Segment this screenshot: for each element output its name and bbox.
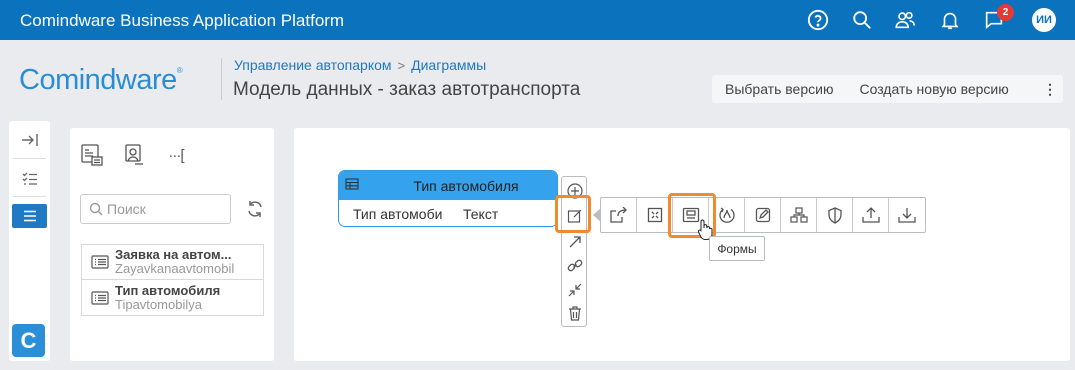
breadcrumb-separator: > (397, 57, 406, 73)
arrow-icon[interactable] (565, 232, 584, 251)
strip-divider (13, 158, 46, 159)
users-icon[interactable] (893, 8, 917, 32)
breadcrumb-item-diagrams[interactable]: Диаграммы (411, 57, 486, 73)
forms-tooltip: Формы (709, 236, 765, 261)
checklist-icon[interactable] (12, 168, 47, 190)
page-title: Модель данных - заказ автотранспорта (233, 79, 581, 100)
entity-icon (91, 255, 109, 269)
version-toolbar: Выбрать версию Создать новую версию ⋮ (712, 75, 1063, 103)
logo-text: Comindware (19, 64, 177, 96)
breadcrumb: Управление автопарком > Диаграммы (234, 57, 486, 73)
upload-icon[interactable] (853, 198, 889, 232)
brand-logo-c[interactable]: C (12, 324, 45, 357)
shield-icon[interactable] (817, 198, 853, 232)
more-brackets-icon[interactable]: ···[ (162, 142, 190, 168)
avatar[interactable]: ИИ (1032, 8, 1056, 32)
link-icon[interactable] (565, 256, 584, 275)
download-icon[interactable] (889, 198, 925, 232)
logo-registered-mark: ® (176, 66, 183, 75)
bell-icon[interactable] (938, 8, 962, 32)
hierarchy-icon[interactable] (781, 198, 817, 232)
collapse-arrows-icon[interactable] (565, 280, 584, 299)
collapse-icon[interactable] (12, 129, 47, 151)
strip-divider (13, 196, 46, 197)
table-icon (345, 178, 359, 190)
search-icon[interactable] (850, 8, 874, 32)
create-version-button[interactable]: Создать новую версию (846, 81, 1021, 97)
side-panel: ···[ Поиск Заявка на автом... Zayavkanaa… (70, 128, 274, 361)
search-field-icon (89, 202, 103, 216)
header-divider (221, 58, 222, 100)
search-input[interactable]: Поиск (80, 194, 231, 224)
app-title: Comindware Business Application Platform (20, 11, 345, 30)
entity-attribute-row[interactable]: Тип автомоби Текст (339, 200, 557, 226)
delete-icon[interactable] (565, 304, 584, 323)
list-item[interactable]: Тип автомобиля Tipavtomobilya (81, 280, 264, 316)
horizontal-toolbar (600, 197, 926, 233)
user-form-icon[interactable] (120, 142, 148, 168)
refresh-icon[interactable] (244, 198, 266, 220)
more-options-button[interactable]: ⋮ (1037, 81, 1063, 98)
list-item-subtitle: Zayavkanaavtomobil (115, 261, 235, 276)
list-item-title: Тип автомобиля (115, 283, 221, 298)
logo[interactable]: Comindware® (19, 64, 183, 97)
help-icon[interactable] (806, 8, 830, 32)
notification-badge: 2 (997, 4, 1014, 21)
entity-name: Тип автомобиля (413, 177, 519, 194)
list-item[interactable]: Заявка на автом... Zayavkanaavtomobil (81, 244, 264, 280)
entity-node[interactable]: Тип автомобиля Тип автомоби Текст (338, 170, 558, 227)
attribute-name: Тип автомоби (353, 205, 443, 222)
list-icon[interactable] (12, 204, 47, 228)
breadcrumb-item-fleet[interactable]: Управление автопарком (234, 57, 392, 73)
entity-header[interactable]: Тип автомобиля (339, 171, 557, 200)
entity-list: Заявка на автом... Zayavkanaavtomobil Ти… (81, 244, 264, 316)
top-bar: Comindware Business Application Platform… (0, 0, 1075, 40)
attribute-type: Текст (463, 205, 499, 222)
form-list-icon[interactable] (78, 142, 106, 168)
search-placeholder: Поиск (107, 201, 146, 217)
list-item-title: Заявка на автом... (115, 248, 232, 262)
open-external-icon[interactable] (601, 198, 637, 232)
highlight-edit-button (555, 195, 591, 233)
list-item-subtitle: Tipavtomobilya (115, 296, 202, 312)
select-version-button[interactable]: Выбрать версию (712, 81, 846, 97)
diagram-canvas[interactable] (294, 128, 1070, 361)
edit-form-icon[interactable] (745, 198, 781, 232)
entity-icon (91, 290, 109, 305)
